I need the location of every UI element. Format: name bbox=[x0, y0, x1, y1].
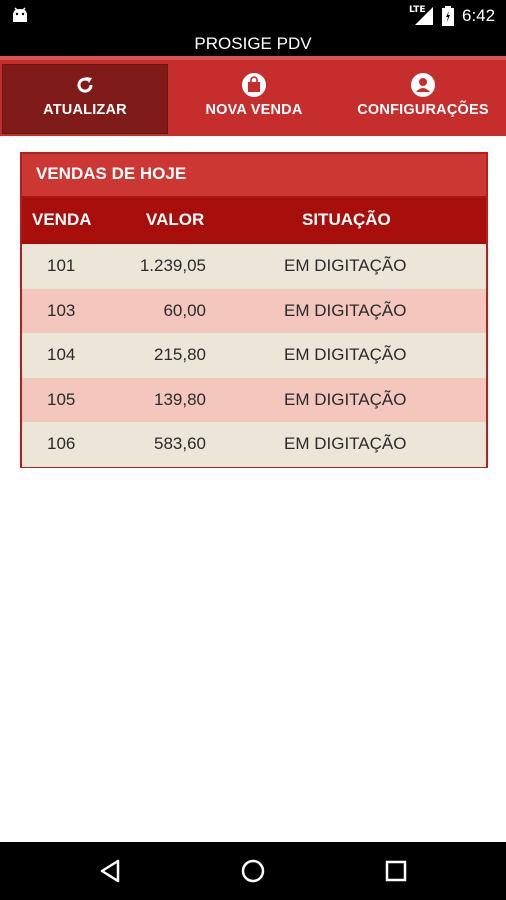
sales-card-title: VENDAS DE HOJE bbox=[22, 154, 486, 198]
refresh-label: ATUALIZAR bbox=[43, 102, 127, 118]
table-row[interactable]: 105 139,80 EM DIGITAÇÃO bbox=[22, 377, 486, 422]
system-nav-bar bbox=[0, 842, 506, 900]
cell-venda: 105 bbox=[47, 389, 76, 409]
cell-valor: 583,60 bbox=[154, 434, 206, 453]
cell-valor: 139,80 bbox=[154, 389, 206, 409]
refresh-icon bbox=[73, 73, 97, 97]
table-row[interactable]: 106 583,60 EM DIGITAÇÃO bbox=[22, 422, 486, 467]
cell-venda: 103 bbox=[47, 300, 76, 320]
cell-venda: 104 bbox=[47, 345, 76, 364]
cell-valor: 60,00 bbox=[163, 300, 206, 320]
table-header: VENDA VALOR SITUAÇÃO bbox=[22, 198, 486, 244]
cell-valor: 215,80 bbox=[154, 345, 206, 364]
column-venda: VENDA bbox=[32, 210, 92, 229]
refresh-button[interactable]: ATUALIZAR bbox=[2, 64, 168, 134]
column-valor: VALOR bbox=[146, 210, 205, 229]
recents-icon[interactable] bbox=[381, 856, 411, 886]
new-sale-button[interactable]: NOVA VENDA bbox=[170, 64, 338, 134]
table-row[interactable]: 101 1.239,05 EM DIGITAÇÃO bbox=[22, 244, 486, 289]
cell-situacao: EM DIGITAÇÃO bbox=[284, 300, 407, 320]
shopping-bag-icon bbox=[242, 73, 266, 97]
new-sale-label: NOVA VENDA bbox=[205, 102, 303, 118]
cell-situacao: EM DIGITAÇÃO bbox=[284, 389, 407, 409]
app-title: PROSIGE PDV bbox=[0, 32, 506, 56]
cell-venda: 101 bbox=[47, 256, 76, 275]
home-icon[interactable] bbox=[238, 856, 268, 886]
cell-situacao: EM DIGITAÇÃO bbox=[284, 256, 407, 275]
user-icon bbox=[411, 73, 435, 97]
sales-card: VENDAS DE HOJE VENDA VALOR SITUAÇÃO 101 … bbox=[20, 152, 488, 468]
android-icon bbox=[13, 7, 27, 22]
clock: 6:42 bbox=[462, 6, 496, 25]
cell-valor: 1.239,05 bbox=[139, 256, 206, 275]
status-bar: LTE 6:42 bbox=[0, 0, 506, 32]
table-row[interactable]: 103 60,00 EM DIGITAÇÃO bbox=[22, 288, 486, 333]
battery-icon bbox=[442, 6, 454, 26]
table-row[interactable]: 104 215,80 EM DIGITAÇÃO bbox=[22, 333, 486, 378]
back-icon[interactable] bbox=[96, 856, 126, 886]
settings-button[interactable]: CONFIGURAÇÕES bbox=[340, 64, 506, 134]
cell-situacao: EM DIGITAÇÃO bbox=[284, 345, 407, 364]
cell-venda: 106 bbox=[47, 434, 76, 453]
toolbar: ATUALIZAR NOVA VENDA CONFIGURAÇÕES bbox=[0, 56, 506, 136]
lte-signal-icon bbox=[415, 7, 433, 25]
cell-situacao: EM DIGITAÇÃO bbox=[284, 434, 407, 453]
column-situacao: SITUAÇÃO bbox=[302, 210, 391, 229]
settings-label: CONFIGURAÇÕES bbox=[357, 102, 489, 118]
